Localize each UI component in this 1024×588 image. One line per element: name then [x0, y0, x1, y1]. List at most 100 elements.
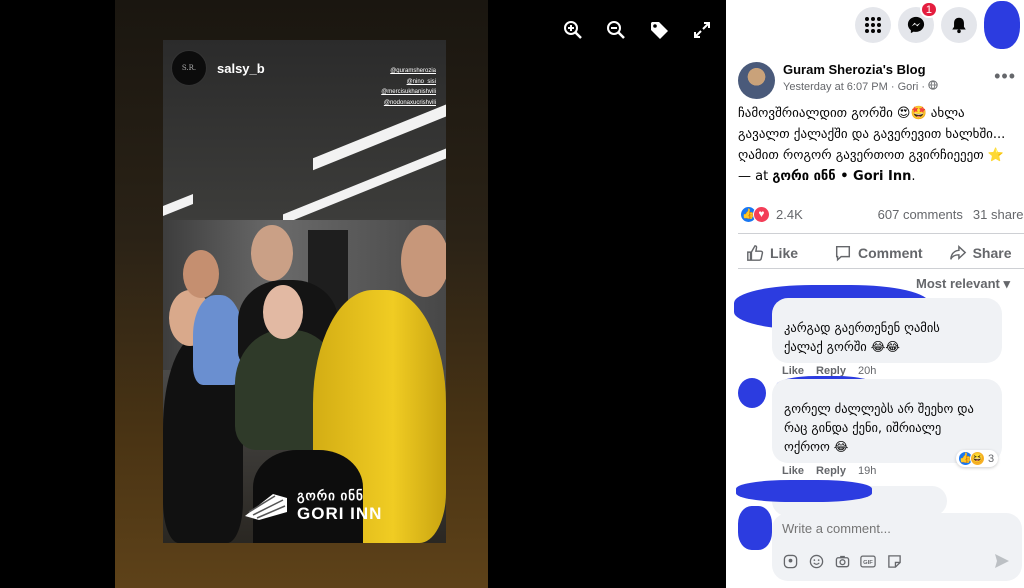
comment-like-button[interactable]: Like — [782, 365, 804, 377]
comment-text-line: კარგად გაერთენენ ღამის — [784, 320, 940, 335]
place-link[interactable]: გორი ინნ • Gori Inn — [772, 169, 911, 184]
love-reaction-icon: ♥ — [753, 206, 770, 223]
person-back-head — [251, 225, 293, 281]
person-green-head — [263, 285, 303, 339]
top-navigation: 1 — [726, 0, 1024, 50]
sort-dropdown[interactable]: Most relevant ▾ — [916, 276, 1010, 292]
comment-bubble: კარგად გაერთენენ ღამის ქალაქ გორში 😂😂 — [772, 298, 1002, 363]
comment-reaction-count: 3 — [988, 452, 995, 465]
photo-backdrop: S.R. salsy_b @guramsherozia @nino_sisi @… — [115, 0, 488, 588]
hotel-building-icon — [243, 490, 289, 522]
story-tag[interactable]: @nino_sisi — [381, 77, 436, 88]
commenter-avatar-redacted[interactable] — [738, 378, 766, 408]
story-photo[interactable]: S.R. salsy_b @guramsherozia @nino_sisi @… — [163, 40, 446, 543]
logo-georgian: გორი ინნ — [297, 488, 364, 503]
fullscreen-icon[interactable] — [691, 19, 713, 41]
gif-icon[interactable]: GIF — [860, 553, 876, 569]
tag-icon[interactable] — [648, 19, 670, 41]
comment-text-line: გორელ ძალლებს არ შეეხო და — [784, 401, 974, 416]
comment-icon — [835, 245, 851, 262]
story-tag[interactable]: @mercisukhanishvili — [381, 87, 436, 98]
post-actions: Like Comment Share — [738, 240, 1024, 266]
composer-tools: GIF — [782, 553, 902, 569]
avatar-sticker-icon[interactable] — [782, 553, 798, 569]
at-suffix: . — [911, 169, 916, 184]
post-header: Guram Sherozia's Blog Yesterday at 6:07 … — [738, 62, 1018, 99]
globe-icon — [928, 80, 938, 93]
shares-count[interactable]: 31 shares — [973, 207, 1024, 222]
person-yellow-head — [401, 225, 446, 297]
post-stats: 👍 ♥ 2.4K 607 comments 31 shares — [740, 206, 1024, 223]
emoji-icon[interactable] — [808, 553, 824, 569]
comment-text-line: ქალაქ გორში 😂😂 — [784, 339, 900, 354]
comment-item: კარგად გაერთენენ ღამის ქალაქ გორში 😂😂 Li… — [772, 298, 1002, 377]
page-avatar[interactable] — [738, 62, 775, 99]
post-checkin: — at გორი ინნ • Gori Inn. — [738, 166, 1024, 187]
sort-label: Most relevant — [916, 276, 1000, 291]
zoom-in-icon[interactable] — [562, 19, 584, 41]
messenger-badge: 1 — [919, 1, 938, 18]
more-options-icon[interactable]: ••• — [994, 66, 1016, 87]
ceiling-light — [283, 145, 446, 225]
comment-composer: GIF — [772, 513, 1022, 581]
send-icon[interactable] — [994, 553, 1010, 574]
comment-time[interactable]: 19h — [858, 465, 876, 477]
menu-button[interactable] — [855, 7, 891, 43]
post-sidebar: 1 Guram Sherozia's Blog Yesterday at 6:0… — [726, 0, 1024, 588]
like-label: Like — [770, 245, 799, 261]
comment-reply-button[interactable]: Reply — [816, 465, 846, 477]
thumbs-up-icon — [747, 245, 764, 261]
svg-text:GIF: GIF — [863, 560, 873, 566]
commenter-redacted — [736, 480, 872, 502]
story-header: S.R. salsy_b — [171, 50, 265, 86]
share-button[interactable]: Share — [941, 240, 1020, 266]
divider — [738, 268, 1024, 269]
comment-like-button[interactable]: Like — [782, 465, 804, 477]
post-location[interactable]: Gori — [898, 81, 919, 93]
share-label: Share — [972, 245, 1012, 261]
comment-time[interactable]: 20h — [858, 365, 876, 377]
haha-reaction-icon: 😆 — [970, 451, 985, 466]
profile-avatar-redacted[interactable] — [984, 1, 1020, 49]
comment-button[interactable]: Comment — [826, 240, 931, 266]
reaction-icons[interactable]: 👍 ♥ — [740, 206, 770, 223]
at-prefix: — at — [738, 169, 769, 184]
photo-viewer: S.R. salsy_b @guramsherozia @nino_sisi @… — [0, 0, 726, 588]
comment-actions: Like Reply 20h — [772, 365, 1002, 377]
post-text: ჩამოვშრიალდით გორში 😍🤩 ახლა გავალთ ქალაქ… — [738, 103, 1024, 187]
post-meta: Yesterday at 6:07 PM · Gori · — [783, 80, 938, 93]
comment-text-line: რაც გინდა ქენი, იშრიალე — [784, 420, 942, 435]
logo-english: GORI INN — [297, 504, 383, 523]
page-name[interactable]: Guram Sherozia's Blog — [783, 62, 938, 77]
my-avatar-redacted[interactable] — [738, 506, 772, 550]
viewer-toolbar — [562, 19, 713, 41]
comments-count[interactable]: 607 comments — [878, 207, 963, 222]
comment-reactions[interactable]: 👍 😆 3 — [956, 450, 999, 467]
messenger-button[interactable]: 1 — [898, 1, 938, 43]
person-blue-head — [183, 250, 219, 298]
bell-icon — [952, 17, 966, 34]
zoom-out-icon[interactable] — [605, 19, 627, 41]
story-tag[interactable]: @nodonaxucrishvili — [381, 98, 436, 109]
post-text-line: ღამით როგორ გავერთოთ გვირჩიეეეთ ⭐ — [738, 148, 1004, 163]
share-icon — [949, 245, 966, 261]
ceiling-light — [163, 193, 193, 217]
comment-input[interactable] — [782, 521, 1002, 536]
story-username[interactable]: salsy_b — [217, 61, 265, 76]
notifications-button[interactable] — [941, 7, 977, 43]
story-tag[interactable]: @guramsherozia — [381, 66, 436, 77]
story-tags: @guramsherozia @nino_sisi @mercisukhanis… — [381, 66, 436, 108]
like-button[interactable]: Like — [738, 240, 806, 266]
meta-separator: · — [890, 81, 898, 93]
grid-menu-icon — [865, 17, 881, 33]
post-time[interactable]: Yesterday at 6:07 PM — [783, 81, 888, 93]
camera-icon[interactable] — [834, 553, 850, 569]
reactions-count[interactable]: 2.4K — [776, 207, 803, 222]
chevron-down-icon: ▾ — [1003, 276, 1010, 291]
story-avatar[interactable]: S.R. — [171, 50, 207, 86]
post-text-line: ჩამოვშრიალდით გორში 😍🤩 ახლა — [738, 106, 965, 121]
gori-inn-logo: გორი ინნ GORI INN — [243, 488, 382, 524]
messenger-icon — [907, 16, 925, 34]
comment-label: Comment — [858, 245, 923, 261]
sticker-icon[interactable] — [886, 553, 902, 569]
